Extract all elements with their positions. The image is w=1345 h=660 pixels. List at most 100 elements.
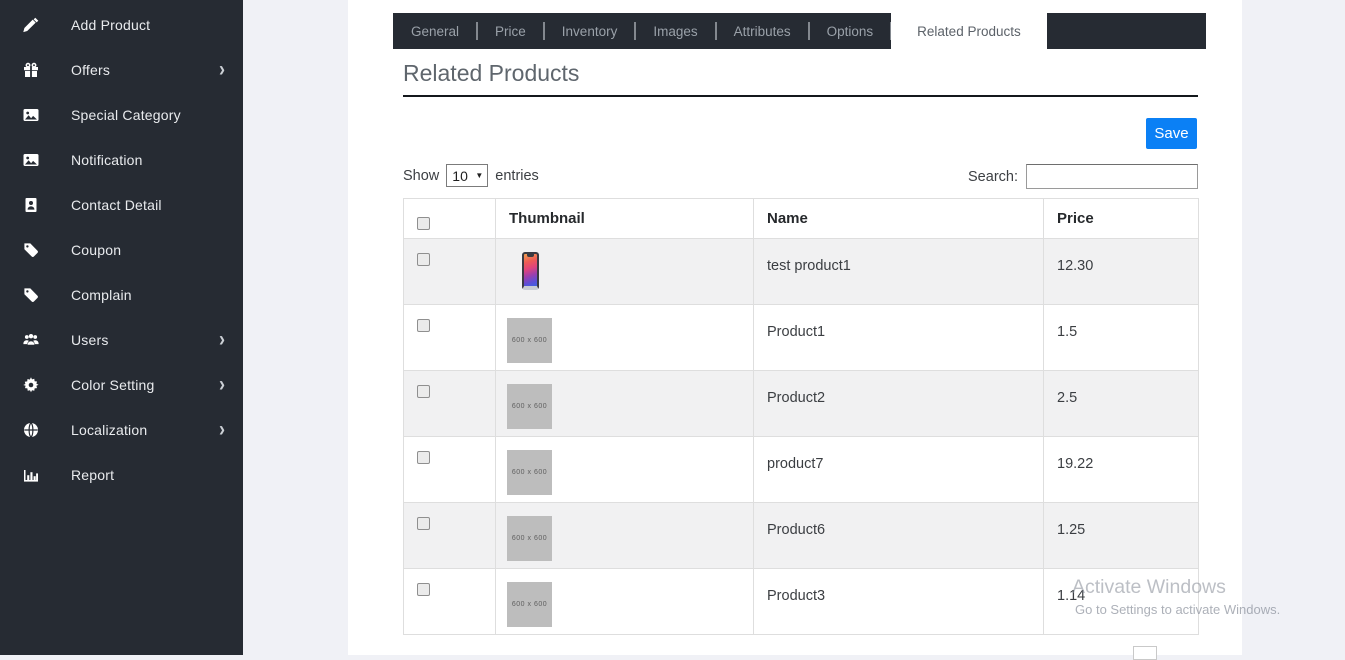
sidebar-item-notification[interactable]: Notification (0, 137, 243, 182)
table-row: 600 x 600 Product2 2.5 (403, 370, 1199, 437)
row-checkbox-cell (403, 502, 496, 569)
tab-label: Related Products (917, 23, 1021, 39)
tab-label: Price (495, 23, 526, 39)
placeholder-size-label: 600 x 600 (511, 337, 548, 344)
placeholder-size-label: 600 x 600 (511, 535, 548, 542)
sidebar-item-users[interactable]: Users › (0, 317, 243, 362)
column-header-thumbnail[interactable]: Thumbnail (495, 198, 754, 239)
pagination-button-partial[interactable] (1133, 646, 1157, 660)
tab-general[interactable]: General (393, 13, 479, 49)
chevron-right-icon: › (219, 416, 225, 441)
sidebar-item-coupon[interactable]: Coupon (0, 227, 243, 272)
sidebar: Add Product Offers › Special Category Notifi… (0, 0, 243, 655)
pen-icon (22, 16, 40, 34)
table-row: 600 x 600 product7 19.22 (403, 436, 1199, 503)
search-control: Search: (968, 164, 1198, 189)
bar-chart-icon (22, 466, 40, 484)
tab-label: General (411, 23, 460, 39)
row-checkbox-cell (403, 568, 496, 635)
chevron-down-icon: ▼ (475, 170, 484, 180)
sidebar-item-label: Special Category (71, 106, 181, 123)
column-header-name[interactable]: Name (753, 198, 1044, 239)
page-size-control: Show 10 ▼ entries (403, 164, 539, 187)
sidebar-item-color-setting[interactable]: Color Setting › (0, 362, 243, 407)
row-checkbox-cell (403, 304, 496, 371)
tab-images[interactable]: Images (635, 13, 717, 49)
product-thumbnail-placeholder: 600 x 600 (507, 318, 552, 363)
thumbnail-cell: 600 x 600 (495, 304, 754, 371)
product-name-cell: Product3 (753, 568, 1044, 635)
row-checkbox[interactable] (417, 583, 430, 596)
sidebar-item-offers[interactable]: Offers › (0, 47, 243, 92)
thumbnail-cell: 600 x 600 (495, 568, 754, 635)
product-name-cell: Product2 (753, 370, 1044, 437)
tab-label: Options (826, 23, 874, 39)
product-thumbnail-phone-image (522, 252, 539, 290)
thumbnail-cell: 600 x 600 (495, 502, 754, 569)
product-price-cell: 1.25 (1043, 502, 1199, 569)
column-header-price[interactable]: Price (1043, 198, 1199, 239)
sidebar-item-contact-detail[interactable]: Contact Detail (0, 182, 243, 227)
select-all-checkbox[interactable] (417, 217, 430, 230)
product-thumbnail-placeholder: 600 x 600 (507, 516, 552, 561)
thumbnail-cell: 600 x 600 (495, 370, 754, 437)
table-row: 600 x 600 Product1 1.5 (403, 304, 1199, 371)
row-checkbox[interactable] (417, 517, 430, 530)
row-checkbox[interactable] (417, 319, 430, 332)
tag-icon (22, 241, 40, 259)
tab-price[interactable]: Price (477, 13, 545, 49)
product-name-cell: Product1 (753, 304, 1044, 371)
sidebar-item-label: Complain (71, 286, 132, 303)
table-row: 600 x 600 Product6 1.25 (403, 502, 1199, 569)
table-row: 600 x 600 Product3 1.14 (403, 568, 1199, 635)
tab-label: Inventory (561, 23, 618, 39)
product-name-cell: Product6 (753, 502, 1044, 569)
globe-icon (22, 421, 40, 439)
product-thumbnail-placeholder: 600 x 600 (507, 582, 552, 627)
tab-label: Images (653, 23, 698, 39)
thumbnail-cell (495, 238, 754, 305)
sidebar-item-special-category[interactable]: Special Category (0, 92, 243, 137)
sidebar-item-label: Coupon (71, 241, 122, 258)
related-products-table: Thumbnail Name Price test product1 12.30 600… (403, 198, 1199, 635)
sidebar-item-label: Offers (71, 61, 111, 78)
row-checkbox[interactable] (417, 385, 430, 398)
page-size-value: 10 (452, 167, 468, 184)
sidebar-item-add-product[interactable]: Add Product (0, 2, 243, 47)
sidebar-item-complain[interactable]: Complain (0, 272, 243, 317)
tab-related-products[interactable]: Related Products (891, 10, 1047, 52)
chevron-right-icon: › (219, 371, 225, 396)
product-price-cell: 2.5 (1043, 370, 1199, 437)
row-checkbox[interactable] (417, 253, 430, 266)
search-input[interactable] (1026, 164, 1198, 189)
placeholder-size-label: 600 x 600 (511, 601, 548, 608)
row-checkbox[interactable] (417, 451, 430, 464)
sidebar-item-label: Color Setting (71, 376, 155, 393)
sidebar-item-localization[interactable]: Localization › (0, 407, 243, 452)
contact-card-icon (22, 196, 40, 214)
page-size-select[interactable]: 10 ▼ (446, 164, 489, 187)
placeholder-size-label: 600 x 600 (511, 469, 548, 476)
entries-label: entries (495, 167, 539, 184)
heading-divider (403, 95, 1198, 97)
placeholder-size-label: 600 x 600 (511, 403, 548, 410)
search-label: Search: (968, 168, 1018, 185)
sidebar-item-report[interactable]: Report (0, 452, 243, 497)
table-header-row: Thumbnail Name Price (403, 198, 1199, 239)
table-row: test product1 12.30 (403, 238, 1199, 305)
tab-options[interactable]: Options (809, 13, 892, 49)
tab-attributes[interactable]: Attributes (716, 13, 810, 49)
page-title: Related Products (403, 60, 580, 86)
image-icon (22, 106, 40, 124)
row-checkbox-cell (403, 238, 496, 305)
save-button[interactable]: Save (1146, 118, 1197, 149)
tab-inventory[interactable]: Inventory (544, 13, 636, 49)
tab-bar: General Price Inventory Images Attributes Opt… (393, 10, 1206, 52)
tab-label: Attributes (733, 23, 791, 39)
product-name-cell: product7 (753, 436, 1044, 503)
gift-icon (22, 61, 40, 79)
product-thumbnail-placeholder: 600 x 600 (507, 384, 552, 429)
show-label: Show (403, 167, 440, 184)
product-price-cell: 19.22 (1043, 436, 1199, 503)
sidebar-item-label: Contact Detail (71, 196, 162, 213)
